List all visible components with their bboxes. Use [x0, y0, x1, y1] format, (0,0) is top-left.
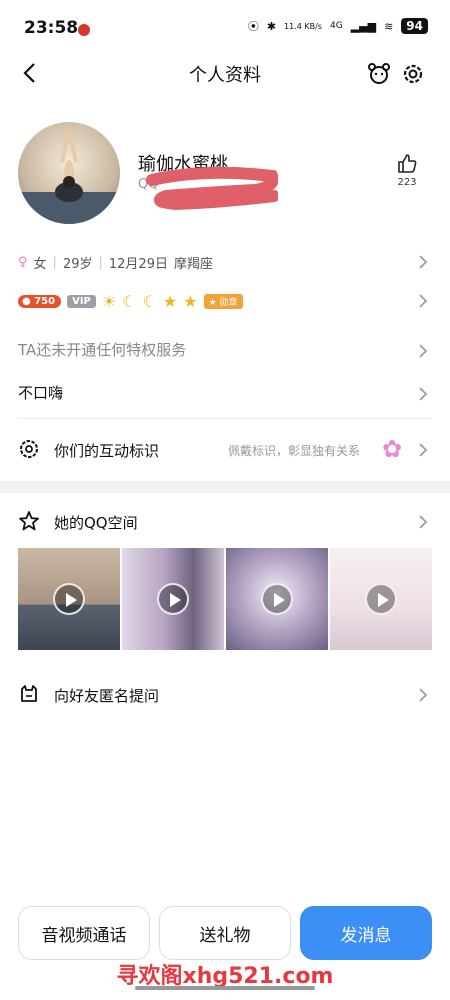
badge-gear-icon [20, 440, 38, 458]
thumbs-up-icon [398, 154, 417, 173]
play-icon [53, 583, 85, 615]
star-icon: ★ [183, 291, 198, 311]
moon-icon: ☾ [142, 291, 157, 311]
qzone-thumbnails [18, 548, 432, 650]
qzone-video-thumbnail[interactable] [226, 548, 328, 650]
nav-bar: 个人资料 [0, 56, 450, 92]
avatar[interactable] [18, 122, 120, 224]
chevron-right-icon [419, 344, 428, 358]
status-time: 23:58 [24, 18, 79, 38]
basic-info-row[interactable]: ♀ 女 | 29岁 | 12月29日 摩羯座 [18, 250, 432, 274]
anonymous-question-title: 向好友匿名提问 [54, 687, 160, 705]
battery-icon: 94 [401, 18, 428, 34]
send-gift-button[interactable]: 送礼物 [159, 906, 291, 960]
settings-gear-icon[interactable] [400, 61, 426, 87]
qzone-title: 她的QQ空间 [54, 514, 138, 532]
privilege-text: TA还未开通任何特权服务 [18, 341, 187, 359]
signal-icon: ▂▄▆ [350, 19, 377, 33]
signature-row[interactable]: 不口嗨 [18, 382, 432, 406]
play-icon [261, 583, 293, 615]
location-icon: ⦿ [247, 20, 259, 33]
qzone-row[interactable]: 她的QQ空间 [18, 507, 432, 537]
bluetooth-icon: ✱ [266, 19, 277, 33]
chevron-right-icon [419, 515, 428, 529]
level-badge: ● 750 [18, 294, 62, 308]
vip-badge: VIP [67, 294, 96, 308]
badges-row[interactable]: ● 750 VIP ☀ ☾ ☾ ★ ★ ★ 勋章 [18, 289, 432, 313]
chevron-right-icon [419, 443, 428, 457]
zodiac: 摩羯座 [173, 256, 213, 272]
chevron-right-icon [419, 688, 428, 702]
flower-icon: ✿ [382, 435, 403, 463]
qzone-video-thumbnail[interactable] [330, 548, 432, 650]
interaction-hint: 佩戴标识，彰显独有关系 [228, 444, 361, 458]
anonymous-question-row[interactable]: 向好友匿名提问 [18, 680, 432, 710]
divider [18, 418, 432, 419]
back-icon[interactable] [18, 56, 44, 90]
section-gap [0, 481, 450, 493]
pet-icon[interactable] [366, 61, 392, 87]
signature-text: 不口嗨 [18, 384, 64, 402]
network-speed: 11.4 KB/s [284, 21, 322, 31]
gender: 女 [33, 256, 47, 272]
video-call-button[interactable]: 音视频通话 [18, 906, 150, 960]
cat-box-icon [21, 685, 37, 702]
chevron-right-icon [419, 387, 428, 401]
qzone-star-icon [19, 511, 39, 531]
notification-dot-icon [78, 24, 90, 36]
interaction-title: 你们的互动标识 [54, 442, 160, 460]
qzone-video-thumbnail[interactable] [18, 548, 120, 650]
birthday: 12月29日 [108, 256, 168, 272]
qzone-video-thumbnail[interactable] [122, 548, 224, 650]
age: 29岁 [62, 256, 93, 272]
like-button[interactable]: 223 [390, 152, 424, 188]
redaction-scribble [146, 166, 278, 210]
play-icon [365, 583, 397, 615]
network-type: 4G [329, 21, 343, 31]
like-count: 223 [397, 177, 417, 188]
sun-icon: ☀ [101, 291, 117, 311]
chevron-right-icon [419, 294, 428, 308]
wifi-icon: ≋ [384, 19, 394, 33]
play-icon [157, 583, 189, 615]
status-icons: ⦿ ✱ 11.4 KB/s 4G ▂▄▆ ≋ 94 [248, 18, 428, 34]
action-bar: 音视频通话 送礼物 发消息 [18, 906, 432, 960]
interaction-row[interactable]: 你们的互动标识 佩戴标识，彰显独有关系 ✿ [18, 434, 432, 466]
chevron-right-icon [419, 255, 428, 269]
medal-badge: ★ 勋章 [203, 293, 243, 309]
send-message-button[interactable]: 发消息 [300, 906, 432, 960]
status-bar: 23:58 ⦿ ✱ 11.4 KB/s 4G ▂▄▆ ≋ 94 [0, 0, 450, 56]
privilege-row[interactable]: TA还未开通任何特权服务 [18, 339, 432, 363]
avatar-photo [18, 129, 120, 224]
moon-icon: ☾ [122, 291, 137, 311]
home-indicator[interactable] [135, 986, 315, 990]
female-icon: ♀ [18, 254, 28, 270]
star-icon: ★ [162, 291, 178, 311]
